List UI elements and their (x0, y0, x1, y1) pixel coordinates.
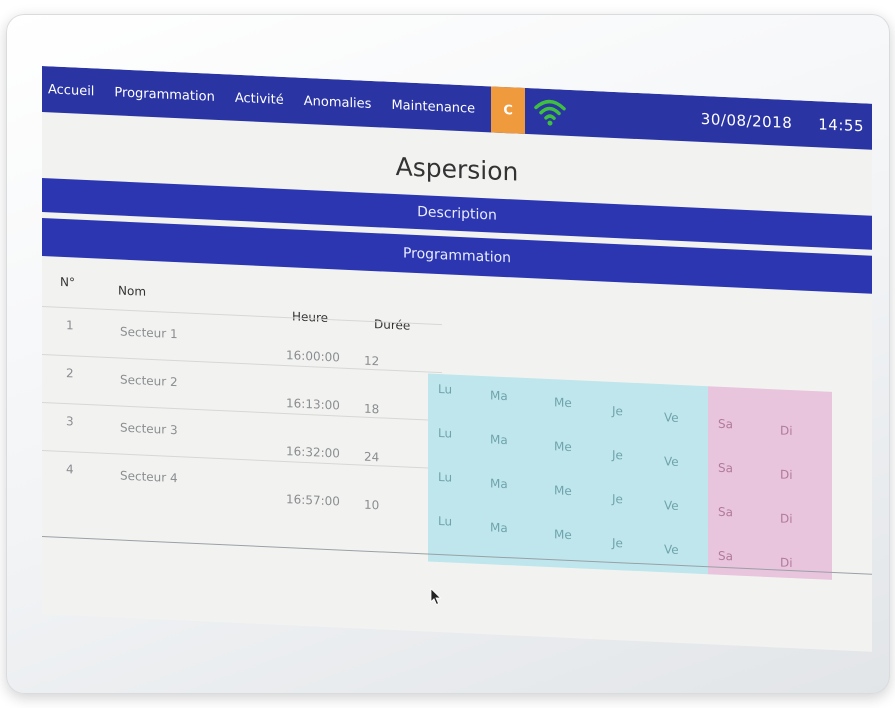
day-ve[interactable]: Ve (664, 410, 679, 425)
day-ve[interactable]: Ve (664, 454, 679, 469)
day-lu[interactable]: Lu (438, 514, 452, 529)
day-sa[interactable]: Sa (718, 461, 733, 476)
row-time: 16:57:00 (286, 492, 340, 509)
current-time: 14:55 (818, 115, 864, 136)
header-num: N° (60, 274, 75, 290)
status-badge[interactable]: C (491, 86, 526, 134)
day-me[interactable]: Me (554, 527, 572, 542)
day-me[interactable]: Me (554, 395, 572, 410)
day-je[interactable]: Je (612, 492, 623, 506)
day-lu[interactable]: Lu (438, 382, 452, 397)
tablet-device: Accueil Programmation Activité Anomalies… (6, 14, 890, 694)
day-sa[interactable]: Sa (718, 505, 733, 520)
day-ve[interactable]: Ve (664, 542, 679, 557)
day-sa[interactable]: Sa (718, 549, 733, 564)
current-date: 30/08/2018 (700, 109, 793, 133)
mouse-cursor-icon (430, 587, 442, 605)
wifi-icon (534, 99, 566, 126)
day-lu[interactable]: Lu (438, 426, 452, 441)
screen: Accueil Programmation Activité Anomalies… (42, 66, 872, 652)
row-name: Secteur 4 (120, 468, 178, 486)
row-duration: 12 (364, 353, 380, 369)
row-num: 4 (66, 462, 74, 477)
day-me[interactable]: Me (554, 439, 572, 454)
day-je[interactable]: Je (612, 448, 623, 462)
day-ma[interactable]: Ma (490, 388, 508, 403)
day-di[interactable]: Di (780, 468, 793, 483)
row-num: 2 (66, 366, 74, 381)
row-duration: 18 (364, 401, 380, 417)
day-ma[interactable]: Ma (490, 432, 508, 447)
day-ma[interactable]: Ma (490, 520, 508, 535)
header-name: Nom (118, 283, 147, 299)
day-di[interactable]: Di (780, 512, 793, 527)
row-num: 1 (66, 318, 74, 333)
nav-activite[interactable]: Activité (225, 90, 294, 108)
day-di[interactable]: Di (780, 556, 793, 571)
row-time: 16:00:00 (286, 348, 340, 365)
day-di[interactable]: Di (780, 424, 793, 439)
row-duration: 24 (364, 449, 380, 465)
row-duration: 10 (364, 497, 380, 513)
day-je[interactable]: Je (612, 404, 623, 418)
row-num: 3 (66, 414, 74, 429)
nav-maintenance[interactable]: Maintenance (381, 97, 485, 117)
nav-anomalies[interactable]: Anomalies (294, 93, 382, 112)
day-sa[interactable]: Sa (718, 417, 733, 432)
nav-accueil[interactable]: Accueil (42, 82, 104, 100)
nav-programmation[interactable]: Programmation (104, 84, 224, 105)
day-ve[interactable]: Ve (664, 498, 679, 513)
row-time: 16:32:00 (286, 444, 340, 461)
day-je[interactable]: Je (612, 536, 623, 550)
row-name: Secteur 2 (120, 372, 178, 390)
row-time: 16:13:00 (286, 396, 340, 413)
day-me[interactable]: Me (554, 483, 572, 498)
top-nav: Accueil Programmation Activité Anomalies… (42, 66, 872, 150)
day-lu[interactable]: Lu (438, 470, 452, 485)
weekend-grid: Sa Di Sa Di Sa Di Sa Di (708, 386, 832, 580)
row-name: Secteur 3 (120, 420, 178, 438)
row-name: Secteur 1 (120, 324, 178, 342)
day-ma[interactable]: Ma (490, 476, 508, 491)
weekday-grid: Lu Ma Me Je Ve Lu Ma Me Je Ve Lu Ma Me J… (428, 373, 708, 575)
